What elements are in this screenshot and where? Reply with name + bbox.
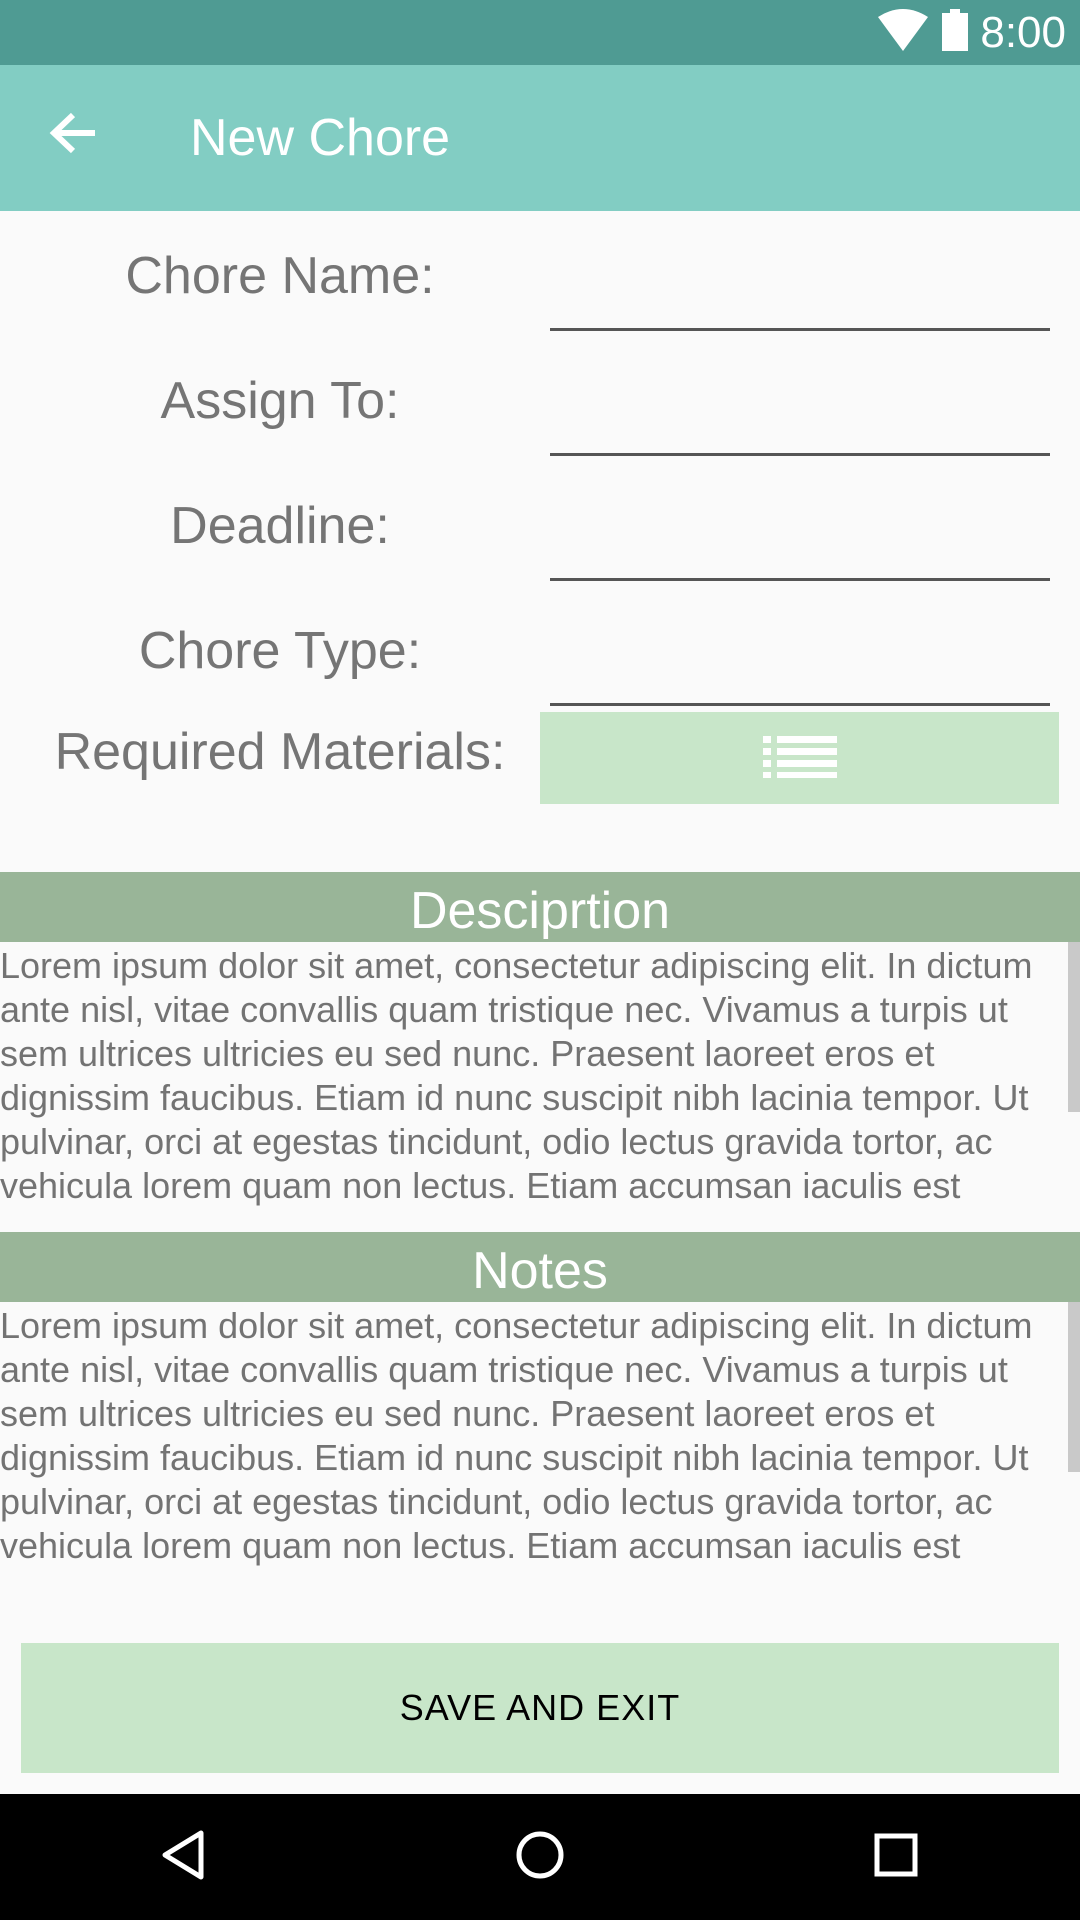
system-nav-bar: [0, 1794, 1080, 1920]
description-header: Desciprtion: [0, 872, 1080, 942]
assign-to-row: Assign To:: [0, 341, 1080, 465]
required-materials-label: Required Materials:: [54, 723, 506, 781]
assign-to-field[interactable]: [550, 396, 1050, 456]
list-icon: [762, 734, 837, 783]
nav-back-button[interactable]: [143, 1817, 223, 1897]
chore-type-label: Chore Type:: [138, 622, 422, 680]
battery-icon: [942, 9, 969, 56]
status-time: 8:00: [980, 7, 1066, 57]
deadline-label: Deadline:: [170, 497, 390, 555]
chore-name-row: Chore Name:: [0, 216, 1080, 340]
recents-square-icon: [874, 1833, 918, 1882]
deadline-field[interactable]: [550, 521, 1050, 581]
app-bar: New Chore: [0, 65, 1080, 211]
chore-type-field[interactable]: [550, 646, 1050, 706]
page-title: New Chore: [190, 109, 451, 167]
back-triangle-icon: [159, 1829, 207, 1886]
deadline-row: Deadline:: [0, 466, 1080, 590]
wifi-icon: [878, 9, 929, 56]
chore-name-field[interactable]: [550, 271, 1050, 331]
required-materials-button[interactable]: [540, 712, 1059, 804]
status-bar: 8:00: [0, 0, 1080, 65]
description-scrollbar[interactable]: [1068, 942, 1080, 1112]
chore-name-label: Chore Name:: [125, 247, 435, 305]
save-and-exit-button[interactable]: SAVE AND EXIT: [21, 1643, 1059, 1773]
nav-home-button[interactable]: [500, 1817, 580, 1897]
description-text[interactable]: Lorem ipsum dolor sit amet, consectetur …: [0, 942, 1080, 1206]
chore-type-row: Chore Type:: [0, 591, 1080, 715]
notes-scrollbar[interactable]: [1068, 1302, 1080, 1472]
status-icons: 8:00: [878, 0, 1066, 65]
notes-text[interactable]: Lorem ipsum dolor sit amet, consectetur …: [0, 1302, 1080, 1566]
arrow-back-icon: [49, 111, 97, 160]
assign-to-label: Assign To:: [160, 372, 400, 430]
back-button[interactable]: [38, 95, 108, 175]
nav-recents-button[interactable]: [856, 1817, 936, 1897]
home-circle-icon: [515, 1830, 565, 1885]
notes-header: Notes: [0, 1232, 1080, 1302]
